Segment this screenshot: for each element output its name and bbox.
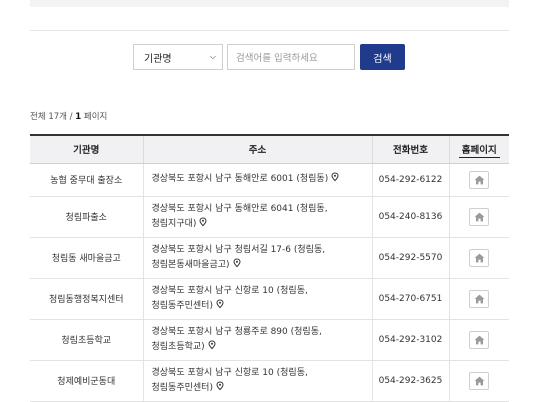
address-line-1: 경상북도 포항시 남구 청림서길 17-6 (청림동, [151,244,326,255]
table-row: 청림초등학교 경상북도 포항시 남구 청룡주로 890 (청림동, 청림초등학교) 0… [30,319,509,361]
map-pin-icon[interactable] [215,298,225,309]
home-icon[interactable] [469,207,490,226]
map-pin-icon[interactable] [198,216,208,227]
result-count: 전체 17개 / 1 페이지 [30,110,107,122]
search-input[interactable]: 검색어를 입력하세요 [227,44,355,70]
institution-name: 청제예비군동대 [30,360,143,402]
address-line-2: 청림동주민센터) [151,382,213,393]
homepage-cell [448,278,509,320]
header-phone: 전화번호 [371,134,449,164]
search-button[interactable]: 검색 [360,44,405,70]
address-cell: 경상북도 포항시 남구 청림서길 17-6 (청림동, 청림본동새마을금고) [142,237,372,279]
search-category-value: 기관명 [144,53,172,65]
address-cell: 경상북도 포항시 남구 신항로 10 (청림동, 청림동주민센터) [142,278,372,320]
phone-number: 054-292-6122 [371,163,449,197]
address-line-2: 청림초등학교) [151,341,205,352]
header-address: 주소 [142,134,372,164]
phone-number: 054-240-8136 [371,196,449,238]
table-row: 청림동 새마을금고 경상북도 포항시 남구 청림서길 17-6 (청림동, 청림본동… [30,237,509,279]
header-homepage-label: 홈페이지 [458,141,500,158]
search-input-placeholder: 검색어를 입력하세요 [236,53,318,64]
table-header-row: 기관명 주소 전화번호 홈페이지 [30,134,509,164]
address-cell: 경상북도 포항시 남구 신항로 10 (청림동, 청림동주민센터) [142,360,372,402]
chevron-down-icon: ⌵ [209,52,216,61]
home-icon[interactable] [469,371,490,390]
phone-number: 054-292-3102 [371,319,449,361]
map-pin-icon[interactable] [207,339,217,350]
phone-number: 054-292-5570 [371,237,449,279]
header-name: 기관명 [30,134,143,164]
count-prefix: 전체 17개 / [30,112,76,122]
institution-name: 청림초등학교 [30,319,143,361]
institution-name: 청림동 새마을금고 [30,237,143,279]
address-cell: 경상북도 포항시 남구 동해안로 6001 (청림동) [142,163,372,197]
home-icon[interactable] [469,289,490,308]
address-line-1: 경상북도 포항시 남구 신항로 10 (청림동, [151,285,308,296]
address-line-1: 경상북도 포항시 남구 동해안로 6001 (청림동) [151,174,329,184]
address-line-2: 청림본동새마을금고) [151,259,230,270]
homepage-cell [448,319,509,361]
institution-table: 기관명 주소 전화번호 홈페이지 농협 중무대 출장소 경상북도 포항시 남구 동… [30,134,509,402]
institution-name: 청림파출소 [30,196,143,238]
address-cell: 경상북도 포항시 남구 청룡주로 890 (청림동, 청림초등학교) [142,319,372,361]
header-homepage: 홈페이지 [448,134,509,164]
map-pin-icon[interactable] [232,257,242,268]
address-line-1: 경상북도 포항시 남구 신항로 10 (청림동, [151,367,308,378]
homepage-cell [448,163,509,197]
table-row: 청림동행정복지센터 경상북도 포항시 남구 신항로 10 (청림동, 청림동주민센터… [30,278,509,320]
map-pin-icon[interactable] [215,380,225,391]
map-pin-icon[interactable] [330,172,340,182]
phone-number: 054-292-3625 [371,360,449,402]
institution-name: 청림동행정복지센터 [30,278,143,320]
home-icon[interactable] [469,248,490,267]
homepage-cell [448,237,509,279]
homepage-cell [448,196,509,238]
phone-number: 054-270-6751 [371,278,449,320]
address-line-2: 청림동주민센터) [151,300,213,311]
address-cell: 경상북도 포항시 남구 동해안로 6041 (청림동, 청림지구대) [142,196,372,238]
table-row: 청림파출소 경상북도 포항시 남구 동해안로 6041 (청림동, 청림지구대) 05… [30,196,509,238]
divider [30,30,509,31]
home-icon[interactable] [469,170,490,189]
count-suffix: 페이지 [81,112,108,122]
home-icon[interactable] [469,330,490,349]
address-line-1: 경상북도 포항시 남구 동해안로 6041 (청림동, [151,203,328,214]
homepage-cell [448,360,509,402]
search-category-select[interactable]: 기관명 ⌵ [133,44,223,70]
search-bar: 기관명 ⌵ 검색어를 입력하세요 검색 [133,44,405,70]
institution-name: 농협 중무대 출장소 [30,163,143,197]
table-row: 청제예비군동대 경상북도 포항시 남구 신항로 10 (청림동, 청림동주민센터) 0… [30,360,509,402]
address-line-2: 청림지구대) [151,218,197,229]
top-bar [30,0,509,7]
table-row: 농협 중무대 출장소 경상북도 포항시 남구 동해안로 6001 (청림동) 054… [30,163,509,197]
address-line-1: 경상북도 포항시 남구 청룡주로 890 (청림동, [151,326,322,337]
